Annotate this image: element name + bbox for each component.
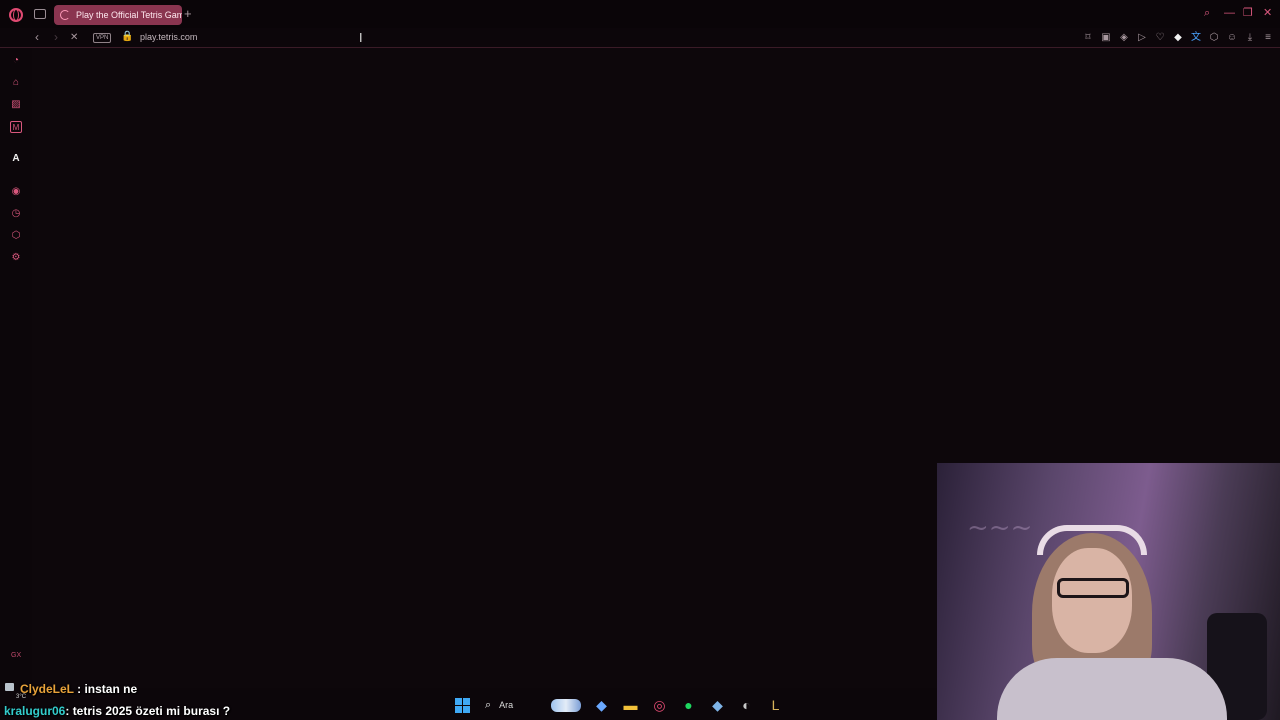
tab-title: Play the Official Tetris Game <box>76 10 182 20</box>
gx-footer-label: GX <box>11 652 22 659</box>
wall-sign-decoration: ~~~ <box>967 513 1033 543</box>
lock-icon[interactable]: 🔒 <box>121 31 133 42</box>
webcam-overlay: ~~~ <box>937 463 1280 720</box>
chat-text: : instan ne <box>73 682 138 696</box>
history-icon[interactable]: ◷ <box>10 208 22 220</box>
search-label: Ara <box>499 700 514 710</box>
chat-message: kralugur06: tetris 2025 özeti mi burası … <box>4 700 230 720</box>
chat-message: ClydeLeL : instan ne <box>4 678 230 700</box>
text-cursor-icon: I <box>359 31 363 45</box>
url-field[interactable]: play.tetris.com <box>140 32 197 42</box>
taskbar: ⌕ Ara ◆ ▬ ◎ ● ◆ ◐ L <box>448 690 838 720</box>
chat-username: kralugur06 <box>4 704 66 718</box>
active-tab[interactable]: Play the Official Tetris Game <box>54 5 182 25</box>
download-icon[interactable]: ⤓ <box>1244 30 1256 46</box>
minimize-button[interactable]: — <box>1224 7 1235 19</box>
play-icon[interactable]: ▷ <box>1136 30 1148 46</box>
spotify-icon[interactable]: ● <box>674 690 703 720</box>
snapshot-icon[interactable]: ▣ <box>1100 30 1112 46</box>
taskbar-search[interactable]: ⌕ Ara <box>477 694 587 716</box>
search-highlight-art <box>551 699 581 712</box>
headphones-icon <box>1037 525 1147 555</box>
loading-spinner-icon <box>60 10 70 20</box>
toolbar-icons: ⌑ ▣ ◈ ▷ ♡ ◆ 文 ⬡ ☺ ⤓ ≡ <box>1082 30 1274 46</box>
chat-username: ClydeLeL <box>20 682 74 696</box>
streamer-shoulders <box>997 658 1227 720</box>
extensions-icon[interactable]: ⬡ <box>1208 30 1220 46</box>
extensions-sidebar-icon[interactable]: ⬡ <box>10 230 22 242</box>
streamer-face <box>1052 548 1132 653</box>
chat-text: : tetris 2025 özeti mi burası ? <box>65 704 231 718</box>
stop-loading-button[interactable]: ✕ <box>70 31 78 45</box>
ext-translate-icon[interactable]: 文 <box>1190 30 1202 46</box>
back-button[interactable]: ‹ <box>35 30 39 44</box>
ext-diamond-icon[interactable]: ◆ <box>1172 30 1184 46</box>
sidebar: ◔ ⌂ ▨ M A ◉ ◷ ⬡ ⚙ <box>0 48 32 688</box>
chat-overlay: ClydeLeL : instan ne kralugur06: tetris … <box>4 678 230 720</box>
copilot-icon[interactable]: ◆ <box>587 690 616 720</box>
menu-icon[interactable]: ≡ <box>1262 30 1274 46</box>
weather-temp: 3°C <box>16 694 27 700</box>
tab-menu-icon[interactable] <box>34 9 46 19</box>
app-icon[interactable]: ◆ <box>703 690 732 720</box>
settings-icon[interactable]: ⚙ <box>10 252 22 264</box>
gx-corner-icon[interactable]: ⌂ <box>10 77 22 89</box>
league-client-icon[interactable]: L <box>761 690 790 720</box>
glasses-shape <box>1057 578 1129 598</box>
close-button[interactable]: ✕ <box>1263 7 1272 19</box>
heart-icon[interactable]: ♡ <box>1154 30 1166 46</box>
bookmark-icon[interactable]: ⌑ <box>1082 30 1094 46</box>
new-tab-button[interactable]: + <box>184 7 192 21</box>
messenger-icon[interactable]: M <box>10 121 22 133</box>
gx-control-icon[interactable]: ◔ <box>10 55 22 67</box>
aria-icon[interactable]: A <box>10 153 22 165</box>
search-icon: ⌕ <box>485 698 492 711</box>
start-icon[interactable] <box>448 690 477 720</box>
steam-icon[interactable]: ◐ <box>732 690 761 720</box>
opera-gx-logo-icon[interactable] <box>9 8 23 22</box>
shield-icon[interactable]: ◈ <box>1118 30 1130 46</box>
forward-button[interactable]: › <box>54 30 58 44</box>
file-explorer-icon[interactable]: ▬ <box>616 690 645 720</box>
gx-store-icon[interactable]: ▨ <box>10 99 22 111</box>
vpn-badge[interactable]: VPN <box>93 33 112 43</box>
opera-gx-icon[interactable]: ◎ <box>645 690 674 720</box>
account-icon[interactable]: ☺ <box>1226 30 1238 46</box>
maximize-button[interactable]: ❐ <box>1243 7 1253 19</box>
title-bar: Play the Official Tetris Game + ⌕ — ❐ ✕ <box>0 0 1280 28</box>
address-bar: ‹ › ✕ VPN 🔒 play.tetris.com ⌑ ▣ ◈ ▷ ♡ ◆ … <box>0 28 1280 48</box>
search-tabs-icon[interactable]: ⌕ <box>1204 7 1210 19</box>
player-icon[interactable]: ◉ <box>10 186 22 198</box>
